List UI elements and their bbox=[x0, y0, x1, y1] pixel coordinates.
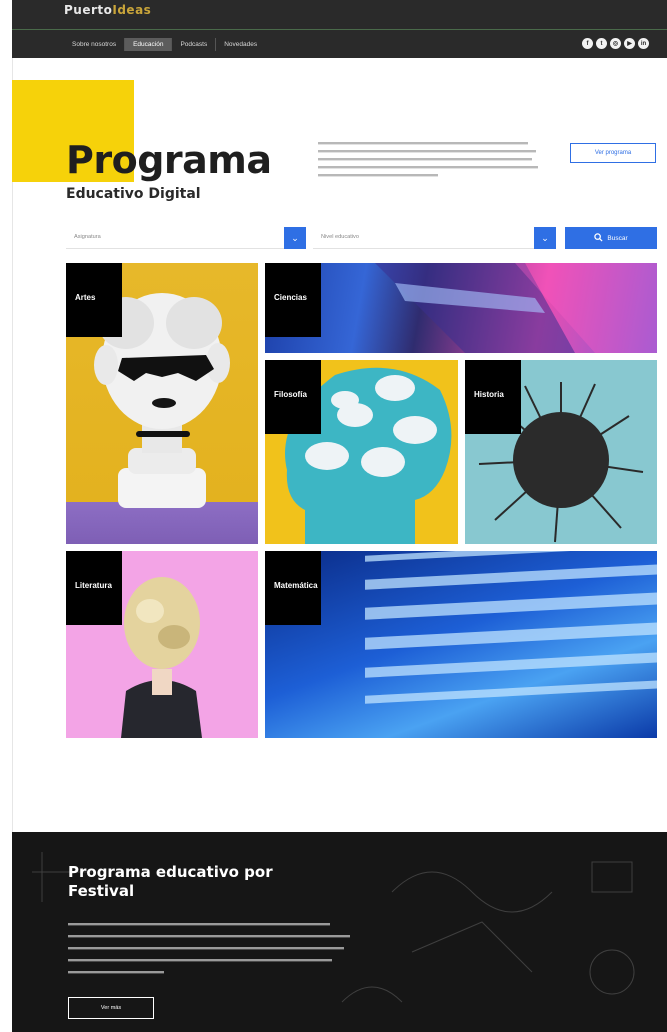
chevron-down-icon[interactable]: ⌄ bbox=[284, 227, 306, 249]
page-subtitle: Educativo Digital bbox=[66, 186, 201, 202]
category-label-literatura: Literatura bbox=[66, 551, 122, 625]
view-program-button[interactable]: Ver programa bbox=[570, 143, 656, 163]
facebook-icon[interactable]: f bbox=[582, 38, 593, 49]
category-label-filosofia: Filosofía bbox=[265, 360, 321, 434]
category-tile-filosofia[interactable]: Filosofía bbox=[265, 360, 458, 544]
hero-description-text-lines bbox=[318, 142, 538, 177]
category-label-historia: Historia bbox=[465, 360, 521, 434]
youtube-icon[interactable]: ▶ bbox=[624, 38, 635, 49]
science-abstract-image bbox=[375, 263, 657, 353]
instagram-icon[interactable]: ◎ bbox=[610, 38, 621, 49]
page-title: Programa bbox=[66, 138, 272, 182]
search-button-label: Buscar bbox=[607, 234, 628, 242]
nav-item-novedades[interactable]: Novedades bbox=[216, 38, 265, 51]
binary-code-image bbox=[365, 551, 657, 704]
nav-item-podcasts[interactable]: Podcasts bbox=[172, 38, 217, 51]
category-label-artes: Artes bbox=[66, 263, 122, 337]
chevron-down-icon[interactable]: ⌄ bbox=[534, 227, 556, 249]
category-tile-literatura[interactable]: Literatura bbox=[66, 551, 258, 738]
festival-title: Programa educativo por Festival bbox=[68, 863, 273, 900]
hero-description bbox=[318, 142, 542, 186]
level-select[interactable]: Nivel educativo ⌄ bbox=[313, 227, 556, 249]
nav-item-sobre-nosotros[interactable]: Sobre nosotros bbox=[64, 38, 126, 51]
festival-more-button[interactable]: Ver más bbox=[68, 997, 154, 1019]
subject-select-value: Asignatura bbox=[74, 234, 101, 240]
nav-item-educacion[interactable]: Educación bbox=[125, 38, 173, 51]
category-tile-ciencias[interactable]: Ciencias bbox=[265, 263, 657, 353]
site-logo[interactable]: PuertoIdeas bbox=[64, 3, 151, 17]
category-tile-historia[interactable]: Historia bbox=[465, 360, 657, 544]
search-button[interactable]: Buscar bbox=[565, 227, 657, 249]
main-nav: Sobre nosotros Educación Podcasts Noveda… bbox=[64, 38, 265, 51]
festival-description bbox=[68, 920, 358, 982]
header-divider bbox=[12, 29, 667, 30]
category-tile-artes[interactable]: Artes bbox=[66, 263, 258, 544]
social-links: f t ◎ ▶ in bbox=[582, 38, 649, 49]
category-label-ciencias: Ciencias bbox=[265, 263, 321, 337]
category-label-matematica: Matemática bbox=[265, 551, 321, 625]
festival-description-text-lines bbox=[68, 923, 350, 974]
linkedin-icon[interactable]: in bbox=[638, 38, 649, 49]
category-tile-matematica[interactable]: Matemática bbox=[265, 551, 657, 738]
level-select-value: Nivel educativo bbox=[321, 234, 359, 240]
twitter-icon[interactable]: t bbox=[596, 38, 607, 49]
subject-select[interactable]: Asignatura ⌄ bbox=[66, 227, 306, 249]
search-icon bbox=[594, 232, 603, 244]
